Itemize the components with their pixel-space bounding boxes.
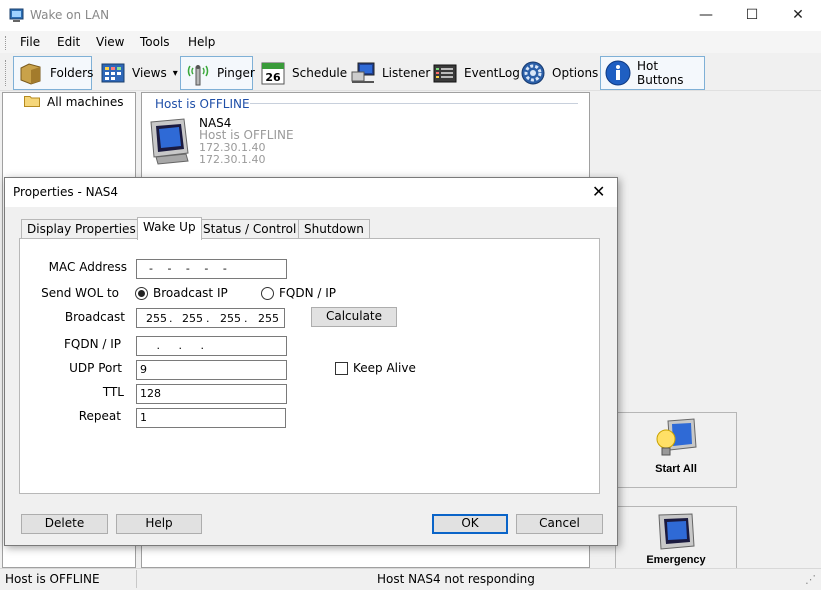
menu-edit[interactable]: Edit [57,35,80,49]
status-text-main: Host NAS4 not responding [377,572,535,586]
repeat-input[interactable]: 1 [136,408,286,428]
listener-button[interactable]: Listener [346,56,430,90]
views-label: Views [132,66,167,80]
monitor-icon [658,513,695,550]
computer-icon[interactable] [148,117,192,165]
folders-button[interactable]: Folders [13,56,94,90]
status-separator [136,570,137,588]
options-button[interactable]: Options [516,56,599,90]
ok-button[interactable]: OK [432,514,508,534]
start-all-label: Start All [655,463,697,475]
dialog-close-icon[interactable]: ✕ [592,182,605,201]
keep-alive-label[interactable]: Keep Alive [353,361,416,375]
radio-broadcast-ip-label[interactable]: Broadcast IP [153,286,228,300]
menu-file[interactable]: File [20,35,40,49]
broadcast-label: Broadcast [64,310,125,324]
minimize-button[interactable]: — [683,0,729,31]
menu-grip [5,36,7,50]
broadcast-dot-2: . [206,312,210,325]
folders-icon [20,63,41,85]
radio-fqdn-ip[interactable] [261,287,274,300]
repeat-label: Repeat [78,409,121,423]
broadcast-dot-3: . [244,312,248,325]
close-button[interactable]: ✕ [775,0,821,31]
gear-icon [521,61,545,85]
schedule-label: Schedule [292,66,348,80]
pinger-button[interactable]: Pinger [180,56,255,90]
tree-item-all-machines[interactable]: All machines [47,95,124,109]
info-icon [605,60,631,86]
dialog-title: Properties - NAS4 [13,185,119,199]
emergency-label: Emergency [646,554,706,566]
broadcast-octet-2[interactable]: 255 [182,312,203,325]
cancel-button[interactable]: Cancel [516,514,603,534]
udp-port-label: UDP Port [69,361,122,375]
keep-alive-checkbox[interactable] [335,362,348,375]
maximize-button[interactable]: ☐ [729,0,775,31]
host-ip-secondary: 172.30.1.40 [199,153,266,166]
toolbar-grip [5,60,7,86]
window-title: Wake on LAN [30,8,110,22]
calculate-button[interactable]: Calculate [311,307,397,327]
emergency-button[interactable]: Emergency [615,506,737,568]
tab-shutdown[interactable]: Shutdown [298,219,370,239]
broadcast-octet-4[interactable]: 255 [258,312,279,325]
start-all-button[interactable]: Start All [615,412,737,488]
eventlog-label: EventLog [464,66,520,80]
tab-wake-up[interactable]: Wake Up [137,217,202,240]
status-text-left: Host is OFFLINE [5,572,100,586]
ttl-input[interactable]: 128 [136,384,287,404]
views-button[interactable]: Views ▾ [96,56,178,90]
tab-display-properties[interactable]: Display Properties [21,219,142,239]
fqdn-label: FQDN / IP [63,337,121,351]
help-button[interactable]: Help [116,514,202,534]
options-label: Options [552,66,599,80]
svg-text:26: 26 [265,71,281,84]
menu-view[interactable]: View [96,35,124,49]
group-header: Host is OFFLINE [155,97,250,111]
views-icon [101,63,125,83]
resize-grip-icon[interactable]: ⋰ [805,573,816,586]
schedule-button[interactable]: 26 Schedule [256,56,348,90]
eventlog-button[interactable]: EventLog [428,56,520,90]
lightbulb-monitor-icon [656,418,697,456]
menu-help[interactable]: Help [188,35,215,49]
delete-button[interactable]: Delete [21,514,108,534]
antenna-icon [187,65,209,86]
broadcast-ip-input[interactable]: 255 . 255 . 255 . 255 [136,308,285,328]
broadcast-octet-3[interactable]: 255 [220,312,241,325]
radio-fqdn-ip-label[interactable]: FQDN / IP [279,286,336,300]
radio-broadcast-ip[interactable] [135,287,148,300]
calendar-icon: 26 [261,62,285,85]
tab-status-control[interactable]: Status / Control [197,219,303,239]
folder-icon [24,96,40,107]
chevron-down-icon: ▾ [172,67,178,79]
broadcast-octet-1[interactable]: 255 [146,312,167,325]
app-icon [9,8,24,22]
menu-tools[interactable]: Tools [140,35,170,49]
group-divider [250,103,578,104]
fqdn-input[interactable]: . . . [136,336,287,356]
event-log-icon [433,64,457,83]
monitor-network-icon [351,62,375,83]
host-status: Host is OFFLINE [199,128,294,142]
folders-label: Folders [50,66,94,80]
hot-buttons-button[interactable]: Hot Buttons [600,56,705,90]
mac-address-label: MAC Address [48,260,127,274]
broadcast-dot-1: . [169,312,173,325]
hot-buttons-label: Hot Buttons [637,59,684,87]
udp-port-input[interactable]: 9 [136,360,287,380]
mac-address-input[interactable]: - - - - - [136,259,287,279]
pinger-label: Pinger [217,66,255,80]
ttl-label: TTL [102,385,124,399]
listener-label: Listener [382,66,431,80]
send-wol-label: Send WOL to [41,286,119,300]
